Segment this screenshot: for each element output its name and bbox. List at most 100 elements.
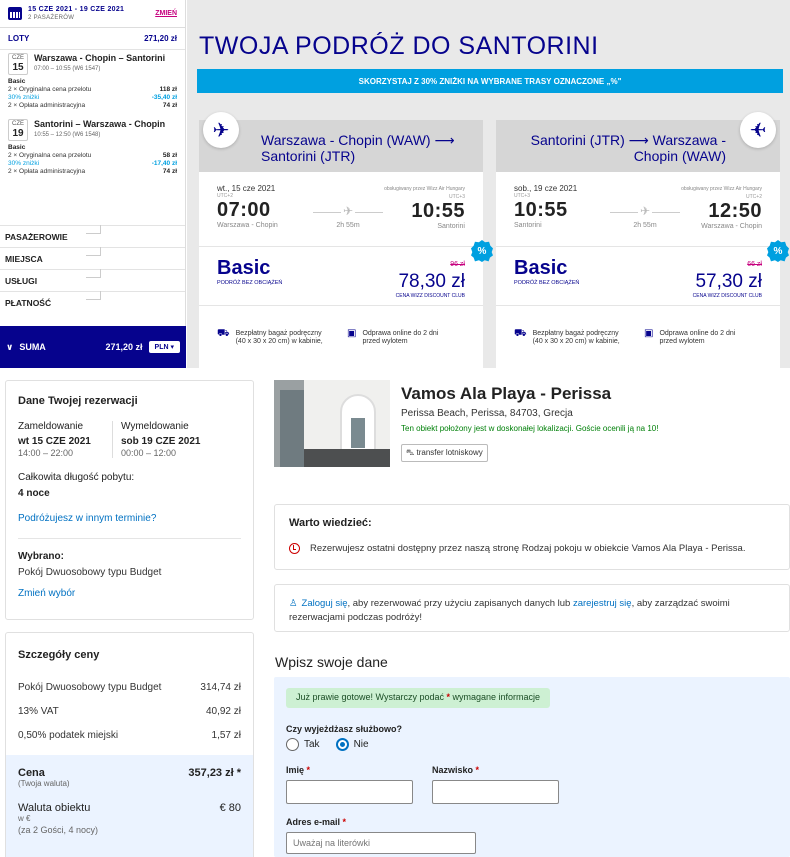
guest-details-form: Już prawie gotowe! Wystarczy podać * wym… [274, 677, 790, 857]
price-row: Pokój Dwuosobowy typu Budget 314,74 zł [18, 681, 241, 693]
bag-icon: ⛟ [217, 328, 230, 339]
trip-dates: 15 CZE 2021 - 19 CZE 2021 [28, 5, 125, 13]
register-link[interactable]: zarejestruj się [573, 598, 632, 609]
checkin-benefit: ▣ Odprawa online do 2 dni przed wylotem [644, 328, 736, 346]
outbound-flight-card: ✈ Warszawa - Chopin (WAW) ⟶ Santorini (J… [199, 112, 483, 368]
sum-bar[interactable]: ∨ SUMA 271,20 zł PLN ▾ [0, 326, 186, 368]
outbound-leg: CZE 15 Warszawa - Chopin – Santorini 07:00… [0, 50, 185, 78]
form-title: Wpisz swoje dane [275, 654, 388, 670]
calendar-2-icon: ▣ [644, 328, 654, 339]
operator-note: obsługiwany przez Wizz Air Hungary [384, 186, 465, 192]
bag-icon: ⛟ [514, 328, 527, 339]
old-price: 66 zł [747, 261, 762, 268]
section-seats[interactable]: MIEJSCA [0, 247, 185, 269]
user-icon: ♙ [289, 598, 298, 609]
arrival-city: Santorini [437, 223, 465, 230]
arrival-time: 10:55 [411, 200, 465, 222]
clock-icon [289, 543, 300, 554]
checkout-date: sob 19 CZE 2021 [121, 436, 201, 447]
outbound-route: Warszawa - Chopin – Santorini [34, 53, 166, 63]
business-trip-question: Czy wyjeżdżasz służbowo? [286, 724, 403, 734]
separator [0, 368, 790, 380]
hotel-photo[interactable] [274, 380, 390, 467]
good-to-know-title: Warto wiedzieć: [289, 517, 372, 529]
first-name-input[interactable] [286, 780, 413, 804]
passenger-count: 2 PASAŻERÓW [28, 14, 75, 21]
inbound-flight-card: Santorini (JTR) ⟶ Warszawa - Chopin (WAW… [496, 112, 780, 368]
outbound-date-badge: CZE 15 [8, 53, 28, 75]
inbound-fare-name: Basic [8, 144, 26, 151]
fare-basic-inbound[interactable]: Basic PODRÓŻ BEZ OBCIĄŻEŃ 66 zł 57,30 zł… [496, 246, 780, 306]
outbound-time: 07:00 – 10:55 (W6 1547) [34, 66, 101, 72]
price-row: 13% VAT 40,92 zł [18, 705, 241, 717]
checkin-date: wt 15 CZE 2021 [18, 436, 91, 447]
stay-length: 4 noce [18, 488, 50, 499]
arrival-city: Warszawa - Chopin [701, 223, 762, 230]
plane-small-icon: ✈ [638, 204, 653, 218]
discount-banner[interactable]: SKORZYSTAJ Z 30% ZNIŻKI NA WYBRANE TRASY… [197, 69, 783, 93]
sum-value: 271,20 zł [105, 342, 143, 352]
last-name-label: Nazwisko [432, 765, 474, 775]
currency-select[interactable]: PLN ▾ [148, 341, 180, 353]
plane-icon: ✈ [740, 112, 776, 148]
inbound-time: 10:55 – 12:50 (W6 1548) [34, 132, 101, 138]
fare-price: 57,30 zł [695, 271, 762, 292]
wizz-trip-panel: TWOJA PODRÓŻ DO SANTORINI SKORZYSTAJ Z 3… [187, 0, 790, 368]
inbound-card-route: Santorini (JTR) ⟶ Warszawa - Chopin (WAW… [530, 132, 726, 164]
operator-note: obsługiwany przez Wizz Air Hungary [681, 186, 762, 192]
trip-dates-header: 15 CZE 2021 - 19 CZE 2021 2 PASAŻERÓW ZMI… [0, 0, 185, 28]
checkout-hours: 00:00 – 12:00 [121, 448, 177, 458]
property-currency-price: € 80 [219, 802, 241, 814]
change-choice-link[interactable]: Zmień wybór [18, 588, 241, 599]
other-dates-link[interactable]: Podróżujesz w innym terminie? [18, 513, 241, 524]
chevron-down-icon: ∨ [6, 341, 14, 352]
section-passengers[interactable]: PASAŻEROWIE [0, 225, 185, 247]
outbound-fare: Basic 2 × Oryginalna cena przelotu 118 zł… [8, 78, 177, 109]
sum-label: SUMA [19, 342, 46, 352]
login-prompt-card: ♙ Zaloguj się, aby rezerwować przy użyciu… [274, 584, 790, 632]
fare-basic-outbound[interactable]: Basic PODRÓŻ BEZ OBCIĄŻEŃ 96 zł 78,30 zł… [199, 246, 483, 306]
login-link[interactable]: Zaloguj się [302, 598, 348, 609]
price-row: 0,50% podatek miejski 1,57 zł [18, 729, 241, 741]
last-name-input[interactable] [432, 780, 559, 804]
hotel-summary: Vamos Ala Playa - Perissa Perissa Beach,… [274, 380, 790, 498]
outbound-fare-name: Basic [8, 78, 26, 85]
section-services[interactable]: USŁUGI [0, 269, 185, 291]
outbound-card-route: Warszawa - Chopin (WAW) ⟶ Santorini (JTR… [261, 132, 455, 164]
baggage-benefit: ⛟ Bezpłatny bagaż podręczny (40 x 30 x 20… [514, 328, 620, 346]
shuttle-icon: ⛍ [406, 448, 415, 457]
flight-duration: 2h 55m [633, 222, 657, 229]
business-no-radio[interactable]: Nie [335, 738, 369, 751]
reservation-title: Dane Twojej rezerwacji [18, 395, 138, 407]
email-input[interactable] [286, 832, 476, 854]
flights-total: 271,20 zł [144, 34, 177, 43]
airport-transfer-badge: ⛍ transfer lotniskowy [401, 444, 488, 462]
inbound-leg: CZE 19 Santorini – Warszawa - Chopin 10:55… [0, 116, 185, 144]
price-title: Szczegóły ceny [18, 649, 100, 661]
flights-row[interactable]: LOTY 271,20 zł [0, 28, 185, 50]
hotel-name: Vamos Ala Playa - Perissa [401, 384, 612, 403]
plane-icon: ✈ [203, 112, 239, 148]
calendar-2-icon: ▣ [347, 328, 357, 339]
first-name-label: Imię [286, 765, 305, 775]
flight-duration: 2h 55m [336, 222, 360, 229]
price-details-card: Szczegóły ceny Pokój Dwuosobowy typu Bud… [5, 632, 254, 857]
checkin-hours: 14:00 – 22:00 [18, 448, 74, 458]
checkin-benefit: ▣ Odprawa online do 2 dni przed wylotem [347, 328, 439, 346]
flights-label: LOTY [8, 34, 30, 43]
chosen-room: Pokój Dwuosobowy typu Budget [18, 567, 162, 578]
plane-small-icon: ✈ [341, 204, 356, 218]
inbound-date-badge: CZE 19 [8, 119, 28, 141]
total-price: 357,23 zł * [188, 767, 241, 779]
baggage-benefit: ⛟ Bezpłatny bagaż podręczny (40 x 30 x 20… [217, 328, 323, 346]
change-dates-link[interactable]: ZMIEŃ [155, 10, 177, 17]
hotel-address: Perissa Beach, Perissa, 84703, Grecja [401, 408, 573, 419]
section-payment[interactable]: PŁATNOŚĆ [0, 291, 185, 313]
almost-done-banner: Już prawie gotowe! Wystarczy podać * wym… [286, 688, 551, 708]
good-to-know-card: Warto wiedzieć: Rezerwujesz ostatni dost… [274, 504, 790, 570]
fare-price: 78,30 zł [398, 271, 465, 292]
page-title: TWOJA PODRÓŻ DO SANTORINI [199, 32, 599, 60]
business-yes-radio[interactable]: Tak [286, 738, 320, 751]
location-rating-note: Ten obiekt położony jest w doskonałej lo… [401, 424, 659, 433]
screenshot-composite: 15 CZE 2021 - 19 CZE 2021 2 PASAŻERÓW ZMI… [0, 0, 790, 857]
